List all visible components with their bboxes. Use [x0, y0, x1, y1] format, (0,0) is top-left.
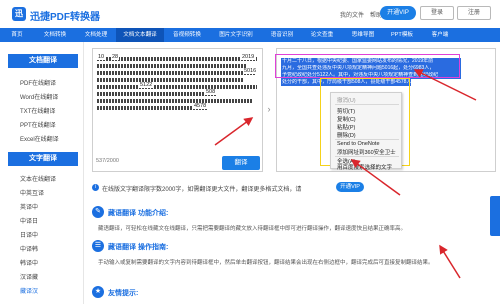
tips-icon: ★: [92, 286, 104, 298]
nav-speech[interactable]: 语音识别: [262, 28, 302, 42]
arrow-to-bottom: [439, 244, 461, 279]
source-text-line: [97, 71, 255, 75]
source-text-line: [97, 106, 207, 110]
menu-cut[interactable]: 剪切(T): [337, 107, 355, 115]
sidebar-item-ko-zh[interactable]: 韩译中: [20, 258, 38, 267]
operation-guide-icon: ☰: [92, 240, 104, 252]
notice-vip-button[interactable]: 开通VIP: [336, 182, 364, 192]
operation-guide-text: 手动输入或复制需要翻译的文字内容到待翻译框中，然后单击翻译按钮，翻译结果会出现在…: [98, 260, 434, 266]
main-nav: 首页 文档转换 文档处理 文档文本翻译 音视频转换 图片文字识别 语音识别 论文…: [0, 28, 500, 42]
selection-highlight-frame: [275, 54, 460, 78]
source-number: 28: [111, 54, 120, 60]
source-number: 2019: [241, 54, 256, 60]
char-counter: 537/2000: [96, 158, 119, 164]
nav-ppt[interactable]: PPT模板: [384, 28, 420, 42]
source-number: 508: [205, 89, 217, 95]
nav-av-convert[interactable]: 音视频转换: [164, 28, 210, 42]
right-float-bar[interactable]: [490, 196, 500, 236]
context-menu: 撤消(U) 剪切(T) 复制(C) 粘贴(P) 删除(D) Send to On…: [330, 92, 402, 171]
sidebar-section-text-translate: 文字翻译: [8, 152, 78, 166]
menu-send-onenote[interactable]: Send to OneNote: [337, 141, 380, 147]
my-files-link[interactable]: 我的文件: [340, 10, 364, 19]
source-number: 5122: [139, 82, 154, 88]
source-text-line: [97, 64, 247, 68]
nav-doc-convert[interactable]: 文档转换: [34, 28, 76, 42]
source-text-area[interactable]: 10 28 2019 5016 5122 508 4578: [92, 48, 263, 172]
sidebar-item-excel[interactable]: Excel在线翻译: [20, 134, 59, 143]
menu-baidu-search[interactable]: 用百度搜索选择的文字: [337, 163, 392, 171]
source-text-line: [97, 99, 252, 103]
operation-guide-title: 藏语翻译 操作指南:: [108, 244, 169, 251]
nav-ocr[interactable]: 图片文字识别: [210, 28, 262, 42]
menu-copy[interactable]: 复制(C): [337, 115, 356, 123]
sidebar-item-ja-zh[interactable]: 日译中: [20, 230, 38, 239]
source-number: 4578: [193, 103, 208, 109]
app-name: 迅捷PDF转换器: [30, 12, 100, 23]
info-icon: i: [92, 184, 99, 191]
menu-separator: [335, 104, 399, 105]
source-text-line: [97, 78, 243, 82]
nav-client[interactable]: 客户端: [420, 28, 460, 42]
sidebar-item-text-online[interactable]: 文本在线翻译: [20, 174, 56, 183]
nav-doc-translate[interactable]: 文档文本翻译: [116, 28, 164, 42]
menu-paste[interactable]: 粘贴(P): [337, 123, 355, 131]
sidebar: 文档翻译 PDF在线翻译 Word在线翻译 TXT在线翻译 PPT在线翻译 Ex…: [0, 42, 84, 304]
notice-text: 在线版文字翻译限字数2000字，如需翻译更大文件，翻译更多格式文档，请: [102, 187, 302, 193]
sidebar-item-zh-ko[interactable]: 中译韩: [20, 244, 38, 253]
sidebar-item-zh-en[interactable]: 中英互译: [20, 188, 44, 197]
nav-mindmap[interactable]: 思维导图: [342, 28, 384, 42]
swap-arrow-icon[interactable]: ›: [264, 104, 274, 114]
source-text-line: [97, 85, 257, 89]
sidebar-item-bo-zh[interactable]: 藏译汉: [20, 286, 38, 295]
menu-delete[interactable]: 删除(D): [337, 131, 356, 139]
sidebar-item-pdf[interactable]: PDF在线翻译: [20, 78, 56, 87]
tips-title: 友情提示:: [108, 290, 139, 297]
sidebar-item-zh-ja[interactable]: 中译日: [20, 216, 38, 225]
source-number: 5016: [243, 68, 258, 74]
function-intro-title: 藏语翻译 功能介绍:: [108, 210, 169, 217]
translate-button[interactable]: 翻译: [222, 156, 260, 170]
sidebar-item-zh-bo[interactable]: 汉译藏: [20, 272, 38, 281]
menu-undo[interactable]: 撤消(U): [337, 96, 356, 104]
register-button[interactable]: 注册: [457, 6, 491, 20]
vip-button[interactable]: 开通VIP: [380, 6, 416, 20]
function-intro-icon: ✎: [92, 206, 104, 218]
nav-plagiarism[interactable]: 论文查重: [302, 28, 342, 42]
source-text-line: [97, 92, 217, 96]
source-number: 10: [97, 54, 106, 60]
app-logo-icon: 迅: [12, 7, 26, 21]
nav-doc-process[interactable]: 文档处理: [76, 28, 116, 42]
menu-separator: [335, 139, 399, 140]
sidebar-item-ppt[interactable]: PPT在线翻译: [20, 120, 56, 129]
sidebar-item-en-zh[interactable]: 英译中: [20, 202, 38, 211]
sidebar-item-word[interactable]: Word在线翻译: [20, 92, 58, 101]
sidebar-section-doc-translate: 文档翻译: [8, 54, 78, 68]
login-button[interactable]: 登录: [420, 6, 454, 20]
sidebar-item-txt[interactable]: TXT在线翻译: [20, 106, 55, 115]
nav-home[interactable]: 首页: [0, 28, 34, 42]
source-text-line: [97, 57, 257, 61]
function-intro-text: 藏语翻译，可轻松在线藏文在线翻译，只需把需要翻译的藏文放入待翻译框中即可进行翻译…: [98, 226, 407, 232]
menu-add-360[interactable]: 添加网址到360安全卫士: [337, 148, 396, 156]
